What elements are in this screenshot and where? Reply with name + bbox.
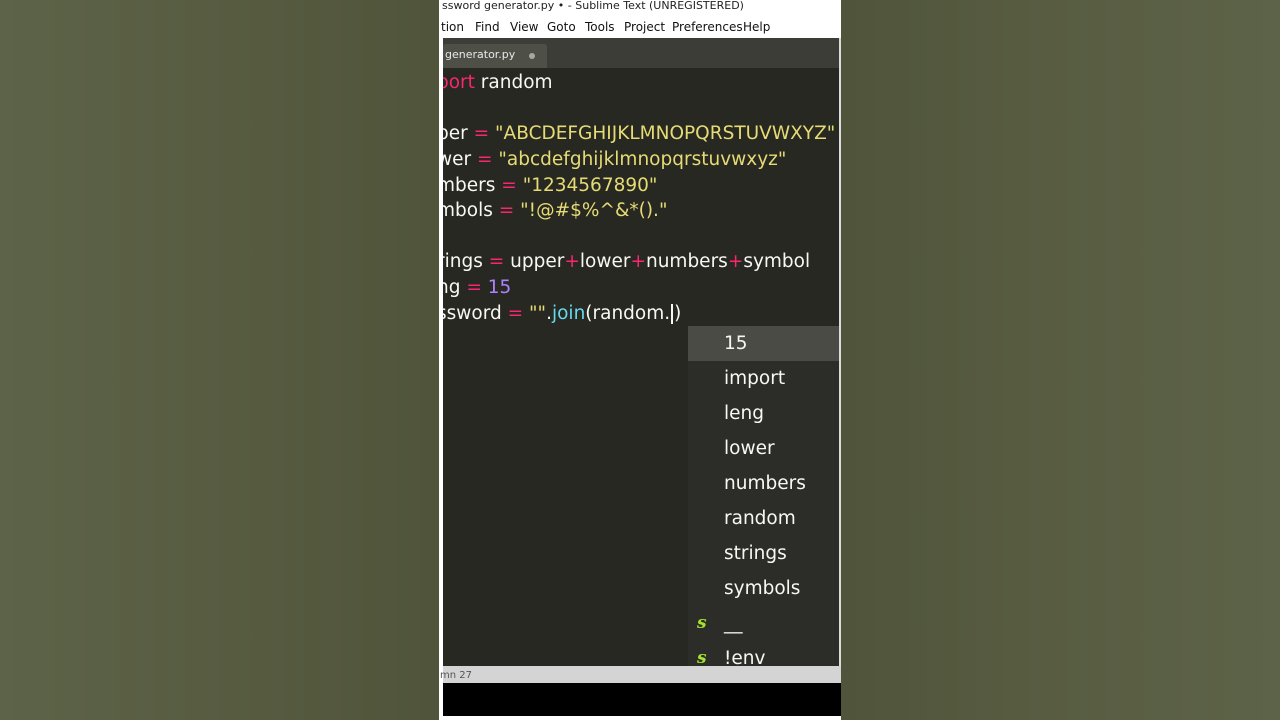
menu-help[interactable]: Help xyxy=(743,20,770,34)
code-line: mbers = "1234567890" xyxy=(443,175,658,196)
background-right xyxy=(841,0,1280,720)
code-line: per = "ABCDEFGHIJKLMNOPQRSTUVWXYZ" xyxy=(443,123,836,144)
autocomplete-item[interactable]: lower xyxy=(688,431,839,466)
bottom-panel xyxy=(443,683,841,716)
menu-find[interactable]: Find xyxy=(475,20,500,34)
autocomplete-item[interactable]: random xyxy=(688,501,839,536)
autocomplete-item[interactable]: 15 xyxy=(688,326,839,361)
code-line: ng = 15 xyxy=(443,277,512,298)
code-line: port random xyxy=(443,72,553,93)
unsaved-dot-icon[interactable] xyxy=(529,53,535,59)
autocomplete-item[interactable]: leng xyxy=(688,396,839,431)
snippet-icon: s xyxy=(697,613,707,633)
code-line: rings = upper+lower+numbers+symbol xyxy=(443,251,811,272)
sublime-window: ssword generator.py • - Sublime Text (UN… xyxy=(439,0,841,720)
menu-selection[interactable]: tion xyxy=(441,20,464,34)
text-cursor xyxy=(671,304,674,324)
menu-project[interactable]: Project xyxy=(624,20,665,34)
code-line: ssword = "".join(random.) xyxy=(443,303,682,324)
status-text: mn 27 xyxy=(440,670,472,681)
autocomplete-item[interactable]: strings xyxy=(688,536,839,571)
menu-preferences[interactable]: Preferences xyxy=(672,20,743,34)
background-left xyxy=(0,0,439,720)
autocomplete-popup: 15 import leng lower numbers random stri… xyxy=(688,326,839,677)
menu-bar: tion Find View Goto Tools Project Prefer… xyxy=(439,16,841,38)
autocomplete-item[interactable]: import xyxy=(688,361,839,396)
autocomplete-item[interactable]: symbols xyxy=(688,571,839,606)
autocomplete-item[interactable]: numbers xyxy=(688,466,839,501)
menu-goto[interactable]: Goto xyxy=(547,20,576,34)
window-title: ssword generator.py • - Sublime Text (UN… xyxy=(442,0,744,12)
menu-tools[interactable]: Tools xyxy=(585,20,615,34)
code-line: mbols = "!@#$%^&*()." xyxy=(443,200,668,221)
code-line: wer = "abcdefghijklmnopqrstuvwxyz" xyxy=(443,149,787,170)
window-border xyxy=(839,38,841,683)
status-bar: mn 27 xyxy=(440,666,841,683)
tab-file[interactable]: generator.py xyxy=(443,44,547,68)
tab-label: generator.py xyxy=(445,48,516,61)
title-bar: ssword generator.py • - Sublime Text (UN… xyxy=(439,0,841,16)
tab-bar: generator.py xyxy=(443,38,841,68)
autocomplete-item[interactable]: s __ xyxy=(688,606,839,641)
menu-view[interactable]: View xyxy=(510,20,538,34)
